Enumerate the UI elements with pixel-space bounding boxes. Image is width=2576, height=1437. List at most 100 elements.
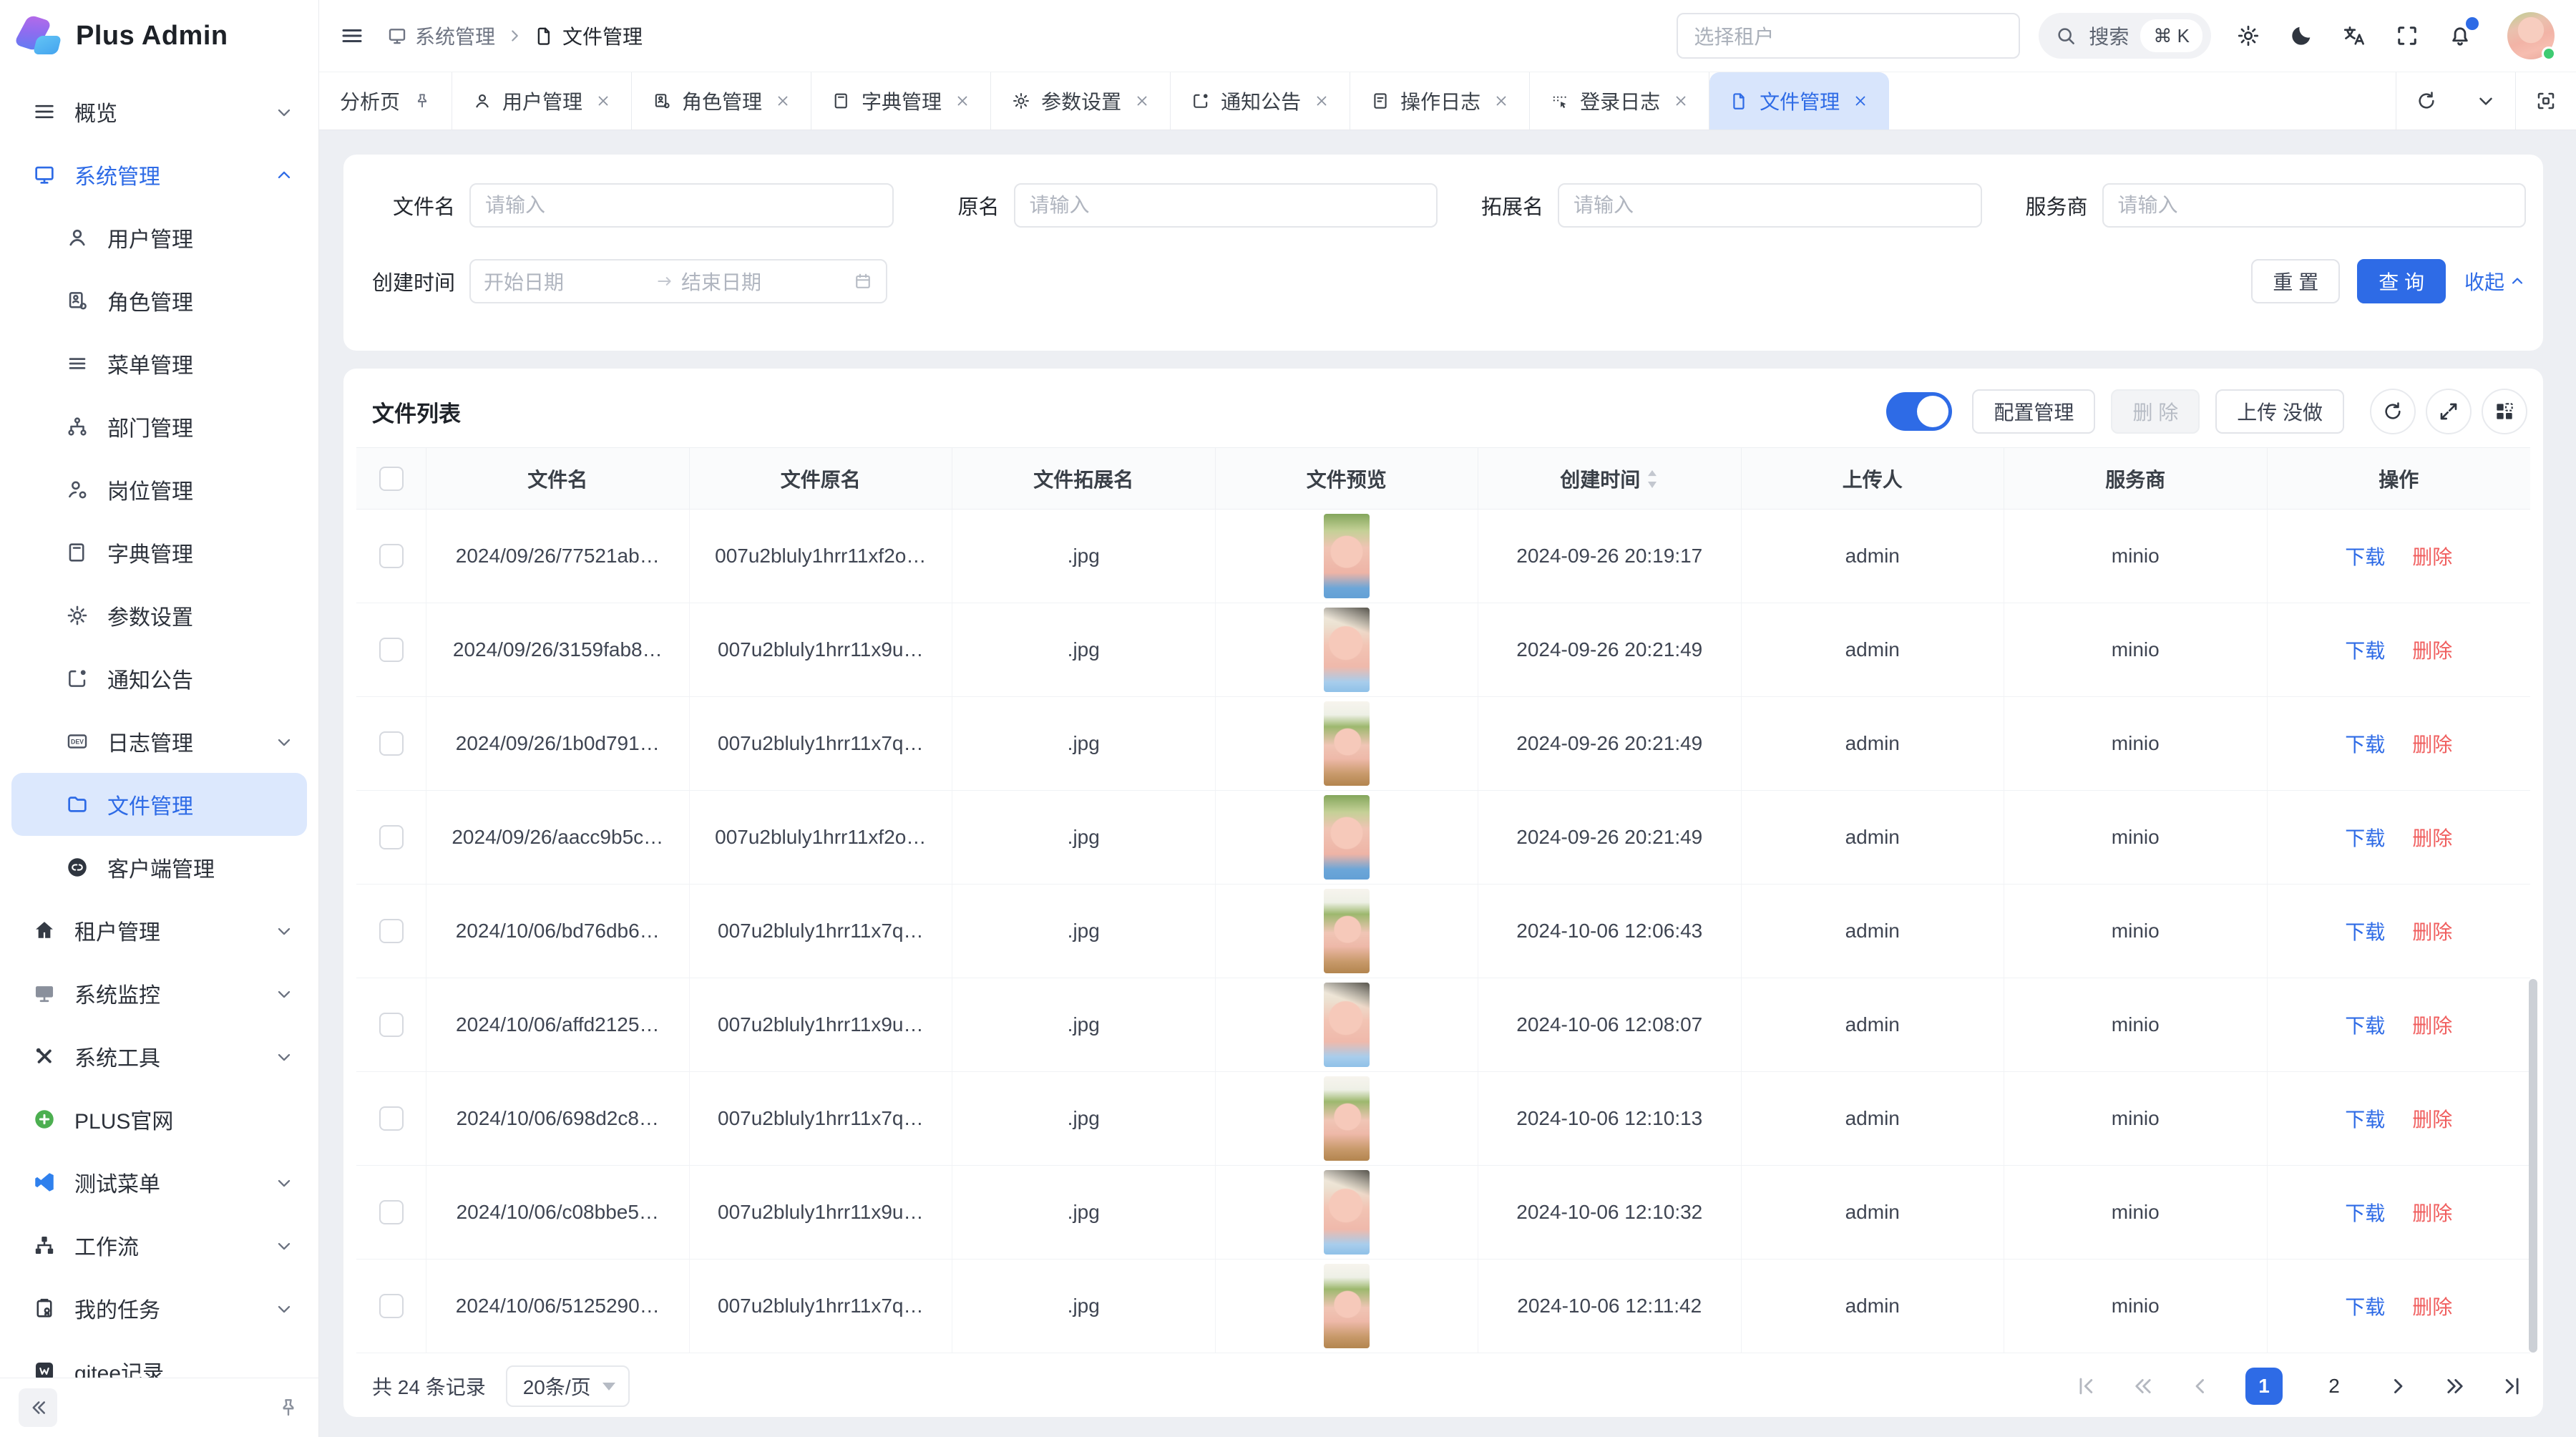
sidebar-pin-icon[interactable]	[277, 1396, 300, 1419]
file-preview-image[interactable]	[1324, 983, 1370, 1067]
tab-login-log[interactable]: 登录日志	[1530, 72, 1709, 130]
sidebar-item-post-management[interactable]: 岗位管理	[11, 458, 307, 521]
search-button[interactable]: 查 询	[2357, 259, 2446, 303]
sidebar-item-dict-management[interactable]: 字典管理	[11, 521, 307, 584]
download-link[interactable]: 下载	[2345, 1104, 2385, 1133]
sidebar-item-overview[interactable]: 概览	[11, 80, 307, 143]
delete-link[interactable]: 删除	[2412, 729, 2452, 758]
delete-button[interactable]: 删 除	[2111, 389, 2200, 434]
select-all-checkbox[interactable]	[379, 467, 404, 491]
sidebar-item-test-menu[interactable]: 测试菜单	[11, 1151, 307, 1214]
row-checkbox[interactable]	[379, 919, 404, 943]
page-size-select[interactable]: 20条/页	[506, 1365, 630, 1407]
tab-param-settings[interactable]: 参数设置	[991, 72, 1171, 130]
sidebar-item-plus-website[interactable]: PLUS官网	[11, 1088, 307, 1151]
close-icon[interactable]	[775, 93, 791, 109]
tab-operation-log[interactable]: 操作日志	[1350, 72, 1530, 130]
download-link[interactable]: 下载	[2345, 1292, 2385, 1320]
tab-file-management[interactable]: 文件管理	[1709, 72, 1889, 130]
file-preview-image[interactable]	[1324, 1170, 1370, 1255]
stripe-toggle[interactable]	[1886, 392, 1952, 431]
notification-bell-icon[interactable]	[2447, 23, 2473, 49]
collapse-filters-link[interactable]: 收起	[2464, 267, 2526, 296]
download-link[interactable]: 下载	[2345, 635, 2385, 664]
file-name-input[interactable]	[469, 183, 894, 228]
tab-notice[interactable]: 通知公告	[1171, 72, 1350, 130]
first-page-icon[interactable]	[2074, 1374, 2098, 1398]
config-management-button[interactable]: 配置管理	[1972, 389, 2095, 434]
row-checkbox[interactable]	[379, 825, 404, 849]
file-preview-image[interactable]	[1324, 608, 1370, 692]
download-link[interactable]: 下载	[2345, 1010, 2385, 1039]
file-preview-image[interactable]	[1324, 1076, 1370, 1161]
translate-icon[interactable]	[2341, 23, 2367, 49]
close-icon[interactable]	[955, 93, 970, 109]
col-created-time[interactable]: 创建时间	[1478, 448, 1742, 509]
global-search[interactable]: 搜索 ⌘ K	[2039, 13, 2211, 59]
dark-mode-moon-icon[interactable]	[2288, 23, 2314, 49]
page-2-button[interactable]: 2	[2316, 1368, 2353, 1405]
date-range-picker[interactable]: 开始日期 结束日期	[469, 259, 887, 303]
next-5-pages-icon[interactable]	[2443, 1374, 2467, 1398]
file-preview-image[interactable]	[1324, 701, 1370, 786]
table-scrollbar[interactable]	[2529, 979, 2537, 1353]
sidebar-item-system-monitor[interactable]: 系统监控	[11, 962, 307, 1025]
delete-link[interactable]: 删除	[2412, 635, 2452, 664]
file-preview-image[interactable]	[1324, 889, 1370, 973]
table-fullscreen-icon[interactable]	[2426, 389, 2472, 434]
tabs-refresh-icon[interactable]	[2396, 72, 2457, 130]
sidebar-item-department-management[interactable]: 部门管理	[11, 395, 307, 458]
tab-dict-management[interactable]: 字典管理	[811, 72, 991, 130]
extension-input[interactable]	[1558, 183, 1982, 228]
upload-button[interactable]: 上传 没做	[2215, 389, 2344, 434]
pin-icon[interactable]	[413, 92, 431, 110]
sidebar-item-system-management[interactable]: 系统管理	[11, 143, 307, 206]
close-icon[interactable]	[595, 93, 611, 109]
sidebar-item-tenant-management[interactable]: 租户管理	[11, 899, 307, 962]
file-preview-image[interactable]	[1324, 514, 1370, 598]
provider-input[interactable]	[2102, 183, 2527, 228]
settings-gear-icon[interactable]	[2235, 23, 2261, 49]
delete-link[interactable]: 删除	[2412, 1104, 2452, 1133]
tenant-select[interactable]: 选择租户	[1677, 13, 2020, 59]
sidebar-item-param-settings[interactable]: 参数设置	[11, 584, 307, 647]
user-avatar[interactable]	[2507, 12, 2555, 59]
content-fullscreen-icon[interactable]	[2515, 72, 2576, 130]
row-checkbox[interactable]	[379, 1294, 404, 1318]
logo[interactable]: Plus Admin	[0, 0, 318, 72]
sidebar-item-role-management[interactable]: 角色管理	[11, 269, 307, 332]
download-link[interactable]: 下载	[2345, 1198, 2385, 1227]
hamburger-menu-icon[interactable]	[339, 23, 365, 49]
delete-link[interactable]: 删除	[2412, 1292, 2452, 1320]
file-preview-image[interactable]	[1324, 795, 1370, 880]
last-page-icon[interactable]	[2500, 1374, 2524, 1398]
breadcrumb-current[interactable]: 文件管理	[534, 21, 643, 50]
close-icon[interactable]	[1673, 93, 1689, 109]
sidebar-item-my-tasks[interactable]: 我的任务	[11, 1277, 307, 1340]
row-checkbox[interactable]	[379, 1200, 404, 1224]
sidebar-item-system-tools[interactable]: 系统工具	[11, 1025, 307, 1088]
delete-link[interactable]: 删除	[2412, 1198, 2452, 1227]
next-page-icon[interactable]	[2386, 1374, 2410, 1398]
sidebar-item-menu-management[interactable]: 菜单管理	[11, 332, 307, 395]
page-1-button[interactable]: 1	[2245, 1368, 2283, 1405]
sidebar-item-user-management[interactable]: 用户管理	[11, 206, 307, 269]
sidebar-item-gitee-log[interactable]: gitee记录	[11, 1340, 307, 1378]
sidebar-item-file-management[interactable]: 文件管理	[11, 773, 307, 836]
sidebar-item-log-management[interactable]: DEV 日志管理	[11, 710, 307, 773]
download-link[interactable]: 下载	[2345, 542, 2385, 570]
table-refresh-icon[interactable]	[2370, 389, 2416, 434]
row-checkbox[interactable]	[379, 1013, 404, 1037]
row-checkbox[interactable]	[379, 1106, 404, 1131]
tabs-more-chevron-icon[interactable]	[2457, 72, 2515, 130]
sidebar-item-workflow[interactable]: 工作流	[11, 1214, 307, 1277]
delete-link[interactable]: 删除	[2412, 1010, 2452, 1039]
tab-user-management[interactable]: 用户管理	[452, 72, 632, 130]
delete-link[interactable]: 删除	[2412, 917, 2452, 945]
download-link[interactable]: 下载	[2345, 729, 2385, 758]
sort-icon[interactable]	[1646, 469, 1659, 488]
sidebar-item-notice[interactable]: 通知公告	[11, 647, 307, 710]
close-icon[interactable]	[1134, 93, 1150, 109]
prev-5-pages-icon[interactable]	[2131, 1374, 2155, 1398]
close-icon[interactable]	[1853, 93, 1868, 109]
